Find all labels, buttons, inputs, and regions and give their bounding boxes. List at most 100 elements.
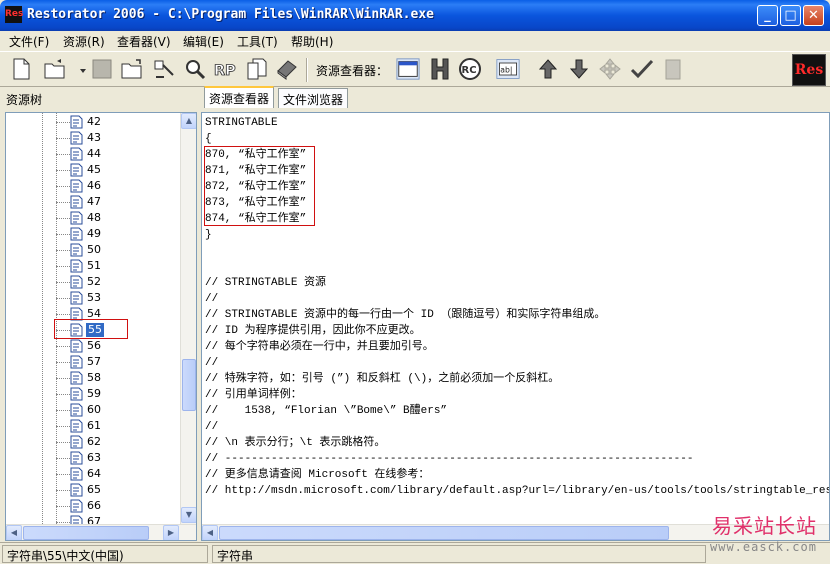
string-resource-icon xyxy=(70,131,83,145)
tree-item[interactable]: 56 xyxy=(6,338,181,354)
tree-item[interactable]: 64 xyxy=(6,466,181,482)
tree-item-label: 61 xyxy=(87,419,101,432)
tree-item-label: 52 xyxy=(87,275,101,288)
hex-view-icon[interactable] xyxy=(428,57,452,81)
menu-viewer[interactable]: 查看器(V) xyxy=(117,33,171,50)
window-view-icon[interactable] xyxy=(396,57,422,81)
dropdown-arrow-icon[interactable] xyxy=(71,57,86,81)
tree-item[interactable]: 50 xyxy=(6,242,181,258)
tree-item[interactable]: 59 xyxy=(6,386,181,402)
tree-connector xyxy=(56,426,70,427)
open-folder-icon[interactable] xyxy=(43,57,67,81)
tree-item-label: 45 xyxy=(87,163,101,176)
rc-view-icon[interactable]: RC xyxy=(458,57,482,81)
tree-connector xyxy=(56,506,70,507)
scroll-down-button[interactable]: ▼ xyxy=(181,507,196,523)
res-logo: Res xyxy=(792,54,826,86)
tree-connector xyxy=(56,138,70,139)
tree-connector xyxy=(56,170,70,171)
tree-item[interactable]: 51 xyxy=(6,258,181,274)
tree-item[interactable]: 47 xyxy=(6,194,181,210)
tree-item[interactable]: 48 xyxy=(6,210,181,226)
tree-item[interactable]: 42 xyxy=(6,114,181,130)
move-icon[interactable] xyxy=(598,57,622,81)
tree-item[interactable]: 62 xyxy=(6,434,181,450)
scroll-thumb[interactable] xyxy=(219,526,669,540)
tree-connector xyxy=(56,394,70,395)
scroll-left-button[interactable]: ◀ xyxy=(6,525,22,540)
copy-pages-icon[interactable] xyxy=(245,57,269,81)
arrow-down-icon[interactable] xyxy=(567,57,591,81)
code-line: // STRINGTABLE 资源中的每一行由一个 ID （跟随逗号）和实际字符… xyxy=(205,309,606,321)
string-resource-icon xyxy=(70,451,83,465)
arrow-up-icon[interactable] xyxy=(536,57,560,81)
rp-icon[interactable]: RP xyxy=(213,57,241,81)
tree-vertical-scrollbar[interactable]: ▲ ▼ xyxy=(180,113,196,524)
tree-item[interactable]: 44 xyxy=(6,146,181,162)
tree-horizontal-scrollbar[interactable]: ◀ ▶ xyxy=(6,524,196,540)
tree-item[interactable]: 58 xyxy=(6,370,181,386)
tree-item-label: 44 xyxy=(87,147,101,160)
tree-item[interactable]: 65 xyxy=(6,482,181,498)
code-line: { xyxy=(205,133,212,145)
tree-item[interactable]: 61 xyxy=(6,418,181,434)
maximize-button[interactable]: □ xyxy=(780,5,801,26)
svg-text:RC: RC xyxy=(462,65,477,76)
search-icon[interactable] xyxy=(183,57,207,81)
tree-item[interactable]: 63 xyxy=(6,450,181,466)
status-type: 字符串 xyxy=(212,545,706,563)
save-as-folder-icon[interactable] xyxy=(120,57,144,81)
tree-connector xyxy=(56,378,70,379)
checkmark-icon[interactable] xyxy=(630,57,654,81)
tree-item[interactable]: 57 xyxy=(6,354,181,370)
menu-file[interactable]: 文件(F) xyxy=(9,33,49,50)
scroll-thumb[interactable] xyxy=(182,359,196,411)
menu-tools[interactable]: 工具(T) xyxy=(237,33,278,50)
properties-icon[interactable] xyxy=(152,57,176,81)
code-line: // 1538, “Florian \”Bome\” B醴ers” xyxy=(205,405,448,417)
string-resource-icon xyxy=(70,163,83,177)
code-line: // \n 表示分行；\t 表示跳格符。 xyxy=(205,437,386,449)
tree-connector xyxy=(56,154,70,155)
document-disabled-icon[interactable] xyxy=(661,57,685,81)
string-resource-icon xyxy=(70,291,83,305)
tree-item[interactable]: 45 xyxy=(6,162,181,178)
tree-highlight-box xyxy=(54,319,128,339)
tree-item[interactable]: 60 xyxy=(6,402,181,418)
code-line: // ID 为程序提供引用，因此你不应更改。 xyxy=(205,325,421,337)
scroll-up-button[interactable]: ▲ xyxy=(181,113,196,129)
tree-connector xyxy=(56,186,70,187)
scroll-left-button[interactable]: ◀ xyxy=(202,525,218,540)
tree-connector xyxy=(56,522,70,523)
tree-item-label: 42 xyxy=(87,115,101,128)
code-line: // http://msdn.microsoft.com/library/def… xyxy=(205,485,830,497)
minimize-button[interactable]: _ xyxy=(757,5,778,26)
tree-connector xyxy=(56,458,70,459)
title-bar: Res Restorator 2006 - C:\Program Files\W… xyxy=(0,0,830,31)
menu-help[interactable]: 帮助(H) xyxy=(291,33,333,50)
tree-connector xyxy=(56,218,70,219)
app-icon[interactable]: Res xyxy=(5,6,23,23)
scroll-thumb[interactable] xyxy=(23,526,149,540)
tree-item-label: 60 xyxy=(87,403,101,416)
tree-item[interactable]: 53 xyxy=(6,290,181,306)
tree-item[interactable]: 46 xyxy=(6,178,181,194)
tree-item[interactable]: 49 xyxy=(6,226,181,242)
book-icon[interactable] xyxy=(275,57,299,81)
tree-item[interactable]: 52 xyxy=(6,274,181,290)
tab-resource-viewer[interactable]: 资源查看器 xyxy=(204,86,275,108)
save-icon[interactable] xyxy=(90,57,114,81)
resource-editor[interactable]: STRINGTABLE{870, “私守工作室” 871, “私守工作室” 872,… xyxy=(201,112,830,541)
tree-item[interactable]: 43 xyxy=(6,130,181,146)
tree-item-label: 58 xyxy=(87,371,101,384)
close-button[interactable]: ✕ xyxy=(803,5,824,26)
menu-edit[interactable]: 编辑(E) xyxy=(183,33,224,50)
new-file-icon[interactable] xyxy=(9,57,33,81)
tree-item[interactable]: 66 xyxy=(6,498,181,514)
tab-file-browser[interactable]: 文件浏览器 xyxy=(278,88,349,108)
status-path: 字符串\55\中文(中国) xyxy=(2,545,208,563)
code-line: STRINGTABLE xyxy=(205,117,278,129)
text-view-icon[interactable]: ab| xyxy=(496,57,524,81)
menu-resource[interactable]: 资源(R) xyxy=(63,33,105,50)
scroll-right-button[interactable]: ▶ xyxy=(163,525,179,540)
